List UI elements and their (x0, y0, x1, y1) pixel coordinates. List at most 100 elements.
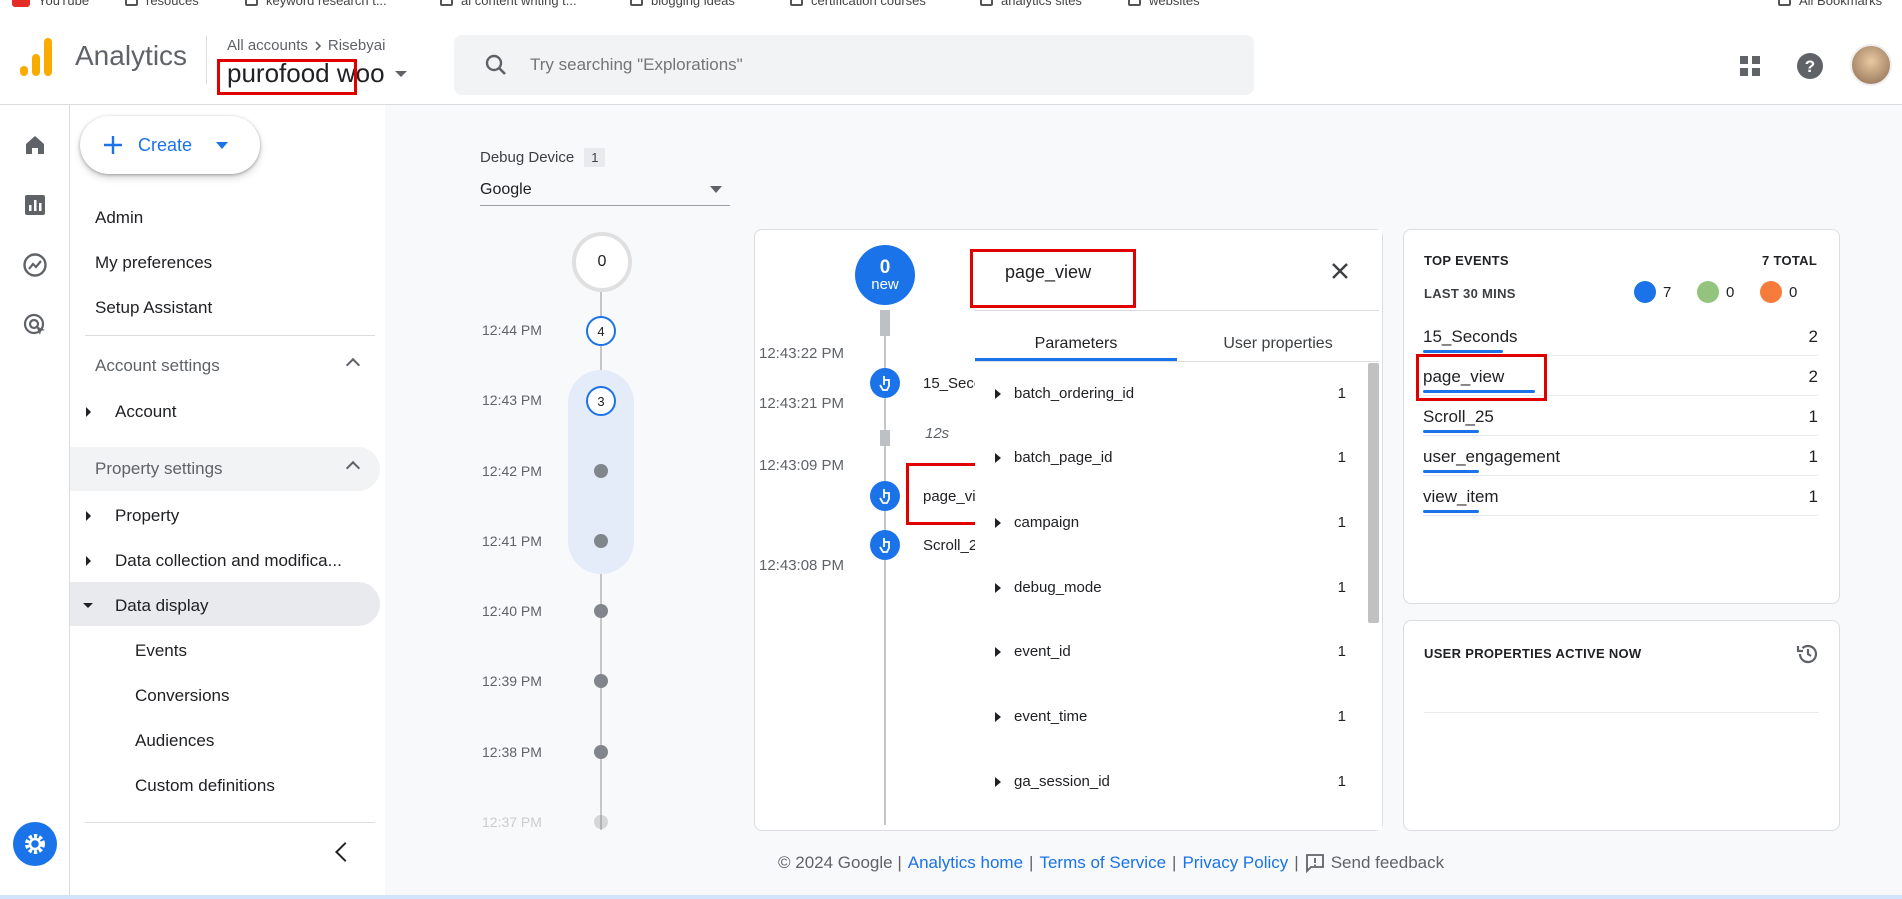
explore-icon[interactable] (20, 250, 50, 280)
footer-link-privacy[interactable]: Privacy Policy (1182, 853, 1288, 873)
gear-icon (25, 834, 45, 854)
nav-setup-assistant[interactable]: Setup Assistant (95, 298, 212, 318)
bookmark-folder[interactable]: ai content writing t... (440, 0, 577, 8)
nav-events[interactable]: Events (135, 641, 187, 661)
minute-time: 12:37 PM (482, 814, 542, 830)
footer-link-terms[interactable]: Terms of Service (1039, 853, 1166, 873)
folder-icon (440, 0, 453, 6)
event-item-15-seconds[interactable]: 15_Seconds (923, 375, 975, 392)
advertising-icon[interactable] (20, 310, 50, 340)
debug-device-select[interactable]: Google (480, 174, 730, 206)
tab-user-properties[interactable]: User properties (1177, 335, 1379, 361)
reports-icon[interactable] (20, 190, 50, 220)
event-touch-icon[interactable] (870, 481, 900, 511)
svg-text:?: ? (1805, 57, 1815, 76)
bookmark-folder[interactable]: resouces (125, 0, 199, 8)
row-divider (1423, 435, 1818, 436)
apps-icon[interactable] (1732, 48, 1768, 84)
top-event-row[interactable]: view_item 1 (1423, 487, 1818, 507)
help-icon[interactable]: ? (1792, 48, 1828, 84)
minutes-current-count[interactable]: 0 (572, 232, 632, 292)
minute-dot[interactable] (594, 745, 608, 759)
folder-icon (790, 0, 803, 6)
bookmarks-bar: YouTube resouces keyword research t... a… (0, 0, 1902, 10)
admin-gear-button[interactable] (13, 822, 57, 866)
search-input[interactable] (530, 55, 1130, 75)
minute-count[interactable]: 4 (586, 316, 616, 346)
minute-dot[interactable] (594, 815, 608, 829)
minute-time: 12:42 PM (482, 463, 542, 479)
create-button[interactable]: Create (80, 116, 260, 174)
nav-account[interactable]: Account (86, 402, 176, 422)
bookmark-folder[interactable]: blogging ideas (630, 0, 735, 8)
top-event-row[interactable]: 15_Seconds 2 (1423, 327, 1818, 347)
nav-custom-definitions[interactable]: Custom definitions (135, 776, 275, 796)
folder-icon (980, 0, 993, 6)
breadcrumb-all-accounts[interactable]: All accounts (227, 37, 308, 54)
account-settings-header[interactable]: Account settings (70, 344, 380, 388)
minute-dot[interactable] (594, 534, 608, 548)
minute-time: 12:43 PM (482, 392, 542, 408)
event-share-bar (1423, 350, 1503, 353)
touch-icon (1634, 281, 1656, 303)
conversion-events-count: 0 (1697, 281, 1734, 303)
nav-property[interactable]: Property (86, 506, 179, 526)
minute-count[interactable]: 3 (586, 386, 616, 416)
timeline-scroll-marker (880, 310, 890, 336)
history-icon[interactable] (1795, 641, 1821, 667)
nav-data-collection[interactable]: Data collection and modifica... (86, 551, 342, 571)
avatar[interactable] (1850, 44, 1892, 86)
param-row[interactable]: batch_page_id 1 (995, 449, 1346, 466)
bookmark-folder[interactable]: keyword research t... (245, 0, 387, 8)
device-count-badge: 1 (584, 148, 606, 167)
param-row[interactable]: event_id 1 (995, 643, 1346, 660)
event-touch-icon[interactable] (870, 530, 900, 560)
bookmark-youtube[interactable]: YouTube (12, 0, 89, 8)
new-events-counter[interactable]: 0 new (855, 245, 915, 305)
nav-conversions[interactable]: Conversions (135, 686, 230, 706)
param-row[interactable]: batch_ordering_id 1 (995, 385, 1346, 402)
app-name: Analytics (75, 40, 188, 71)
send-feedback-button[interactable]: Send feedback (1305, 853, 1444, 873)
top-event-row[interactable]: user_engagement 1 (1423, 447, 1818, 467)
annotation-box (1416, 354, 1547, 401)
minute-dot[interactable] (594, 674, 608, 688)
analytics-logo-icon (20, 38, 52, 76)
property-settings-header[interactable]: Property settings (70, 447, 380, 491)
param-row[interactable]: ga_session_id 1 (995, 773, 1346, 790)
nav-my-preferences[interactable]: My preferences (95, 253, 212, 273)
home-icon[interactable] (20, 130, 50, 160)
tab-parameters[interactable]: Parameters (975, 335, 1177, 361)
footer-copyright: © 2024 Google | (778, 853, 902, 872)
nav-audiences[interactable]: Audiences (135, 731, 214, 751)
annotation-box (970, 249, 1136, 308)
expand-arrow-icon (86, 556, 91, 566)
footer: © 2024 Google | Analytics home | Terms o… (778, 853, 1445, 873)
minute-time: 12:44 PM (482, 322, 542, 338)
param-row[interactable]: event_time 1 (995, 708, 1346, 725)
param-row[interactable]: campaign 1 (995, 514, 1346, 531)
nav-data-display[interactable]: Data display (83, 596, 209, 616)
event-item-scroll-25[interactable]: Scroll_25 (923, 537, 975, 554)
standard-events-count: 7 (1634, 281, 1671, 303)
expand-arrow-icon (86, 511, 91, 521)
breadcrumb[interactable]: All accounts Risebyai (227, 37, 385, 54)
all-bookmarks[interactable]: All Bookmarks (1778, 0, 1882, 8)
breadcrumb-account[interactable]: Risebyai (328, 37, 386, 54)
minute-dot[interactable] (594, 464, 608, 478)
footer-link-analytics-home[interactable]: Analytics home (908, 853, 1023, 873)
params-scrollbar[interactable] (1368, 363, 1379, 623)
bookmark-folder[interactable]: websites (1128, 0, 1200, 8)
event-touch-icon[interactable] (870, 368, 900, 398)
nav-admin[interactable]: Admin (95, 208, 143, 228)
bookmark-folder[interactable]: analytics sites (980, 0, 1082, 8)
top-event-row[interactable]: Scroll_25 1 (1423, 407, 1818, 427)
event-timestamp: 12:43:21 PM (759, 395, 845, 412)
close-icon[interactable] (1325, 256, 1355, 286)
search-bar[interactable] (454, 35, 1254, 95)
minute-dot[interactable] (594, 604, 608, 618)
detail-header-divider (975, 310, 1379, 311)
create-label: Create (138, 134, 193, 155)
param-row[interactable]: debug_mode 1 (995, 579, 1346, 596)
bookmark-folder[interactable]: certification courses (790, 0, 926, 8)
